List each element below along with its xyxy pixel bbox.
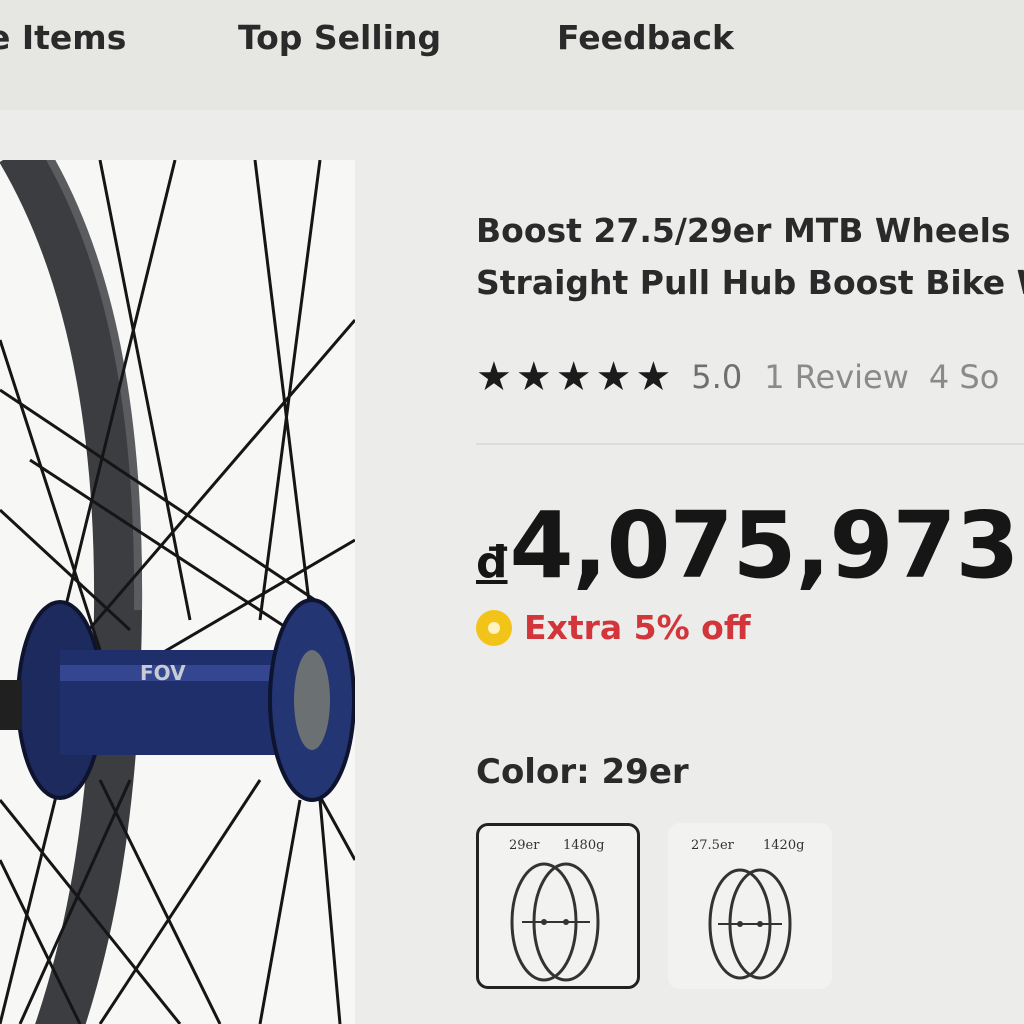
promo-text: Extra 5% off [524, 608, 751, 647]
divider [476, 443, 1024, 445]
product-title-line-2: Straight Pull Hub Boost Bike W [476, 263, 1024, 302]
rating-score: 5.0 [691, 358, 743, 396]
product-info-panel: Boost 27.5/29er MTB Wheels 2 Straight Pu… [476, 0, 1024, 1024]
option-size-label: 27.5er [691, 838, 734, 853]
price: đ 4,075,973 đ [476, 492, 1024, 599]
star-rating-icon: ★★★★★ [476, 354, 676, 400]
product-image[interactable]: FOV [0, 160, 355, 1024]
price-amount: 4,075,973 [509, 492, 1020, 599]
coin-icon [476, 609, 512, 646]
sold-count: 4 So [928, 358, 1000, 396]
option-size-label: 29er [509, 838, 540, 853]
color-option-29er[interactable]: 29er 1480g [476, 823, 640, 989]
option-weight-label: 1420g [763, 838, 805, 853]
currency-symbol: đ [476, 537, 508, 588]
option-weight-label: 1480g [563, 838, 605, 853]
nav-items-link[interactable]: e Items [0, 18, 126, 57]
wheelset-icon [708, 868, 792, 980]
nav-top-selling-link[interactable]: Top Selling [238, 18, 441, 57]
wheel-hub-illustration: FOV [0, 160, 355, 1024]
reviews-link[interactable]: 1 Review [764, 358, 909, 396]
color-option-27-5er[interactable]: 27.5er 1420g [668, 823, 832, 989]
color-label: Color: 29er [476, 752, 689, 792]
rating-row: ★★★★★ 5.0 1 Review 4 So [476, 352, 999, 402]
promo-badge: Extra 5% off [476, 608, 751, 647]
wheelset-icon [510, 862, 600, 982]
svg-text:FOV: FOV [140, 661, 186, 685]
product-title: Boost 27.5/29er MTB Wheels 2 Straight Pu… [476, 205, 1024, 309]
product-title-line-1: Boost 27.5/29er MTB Wheels 2 [476, 211, 1024, 250]
